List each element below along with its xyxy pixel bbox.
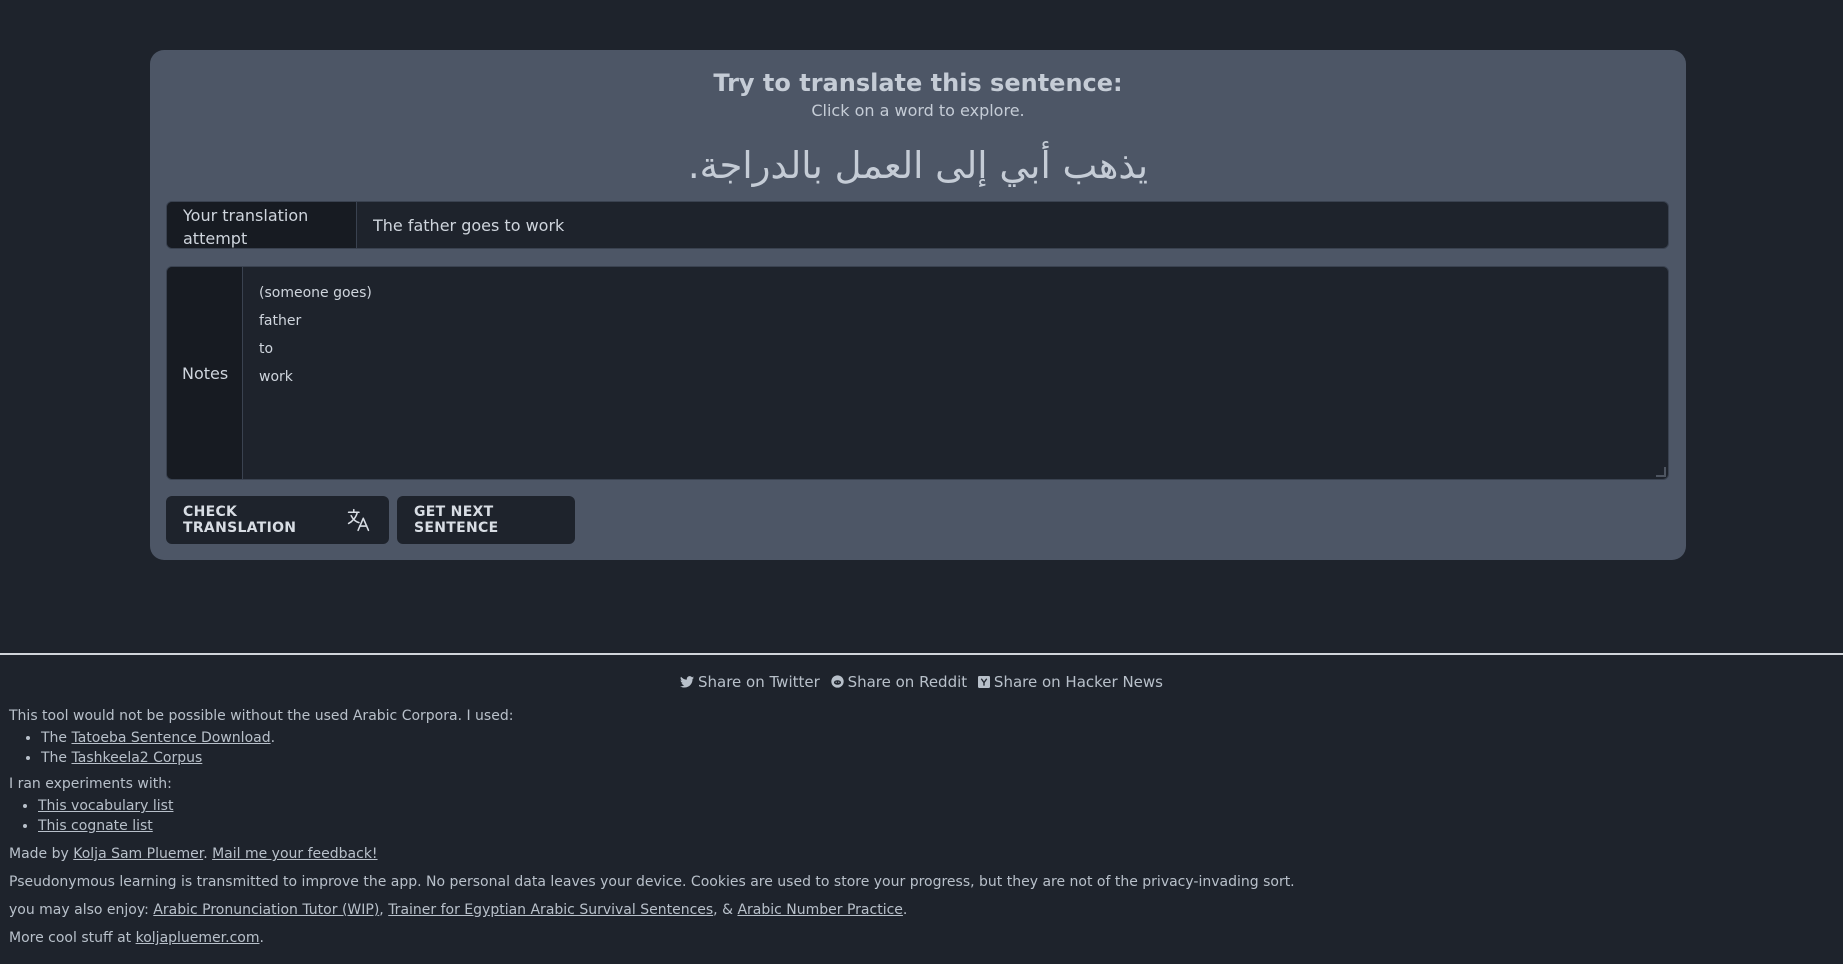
footer-divider: [0, 653, 1843, 655]
arabic-word[interactable]: إلى: [935, 144, 987, 187]
check-translation-button[interactable]: CHECK TRANSLATION: [166, 496, 389, 544]
share-reddit-link[interactable]: Share on Reddit: [830, 673, 972, 691]
twitter-icon: [680, 676, 694, 688]
share-bar: Share on Twitter Share on Reddit Share o…: [0, 673, 1843, 691]
made-by-line: Made by Kolja Sam Pluemer. Mail me your …: [9, 846, 378, 862]
number-practice-link[interactable]: Arabic Number Practice: [737, 902, 902, 918]
notes-textarea[interactable]: (someone goes) father to work: [243, 267, 1668, 479]
hacker-news-icon: [977, 676, 990, 688]
tashkeela-link[interactable]: Tashkeela2 Corpus: [72, 750, 203, 766]
arabic-word[interactable]: أبي: [999, 144, 1050, 187]
list-item: The Tashkeela2 Corpus: [41, 748, 275, 768]
arabic-word[interactable]: يذهب: [1063, 144, 1149, 187]
translation-input[interactable]: [357, 202, 1668, 248]
arabic-sentence: يذهب أبي إلى العمل بالدراجة.: [150, 144, 1686, 187]
translation-label: Your translation attempt: [167, 202, 357, 248]
reddit-icon: [830, 675, 844, 688]
notes-label: Notes: [167, 267, 243, 479]
notes-line: (someone goes): [259, 285, 372, 301]
check-translation-label: CHECK TRANSLATION: [183, 504, 297, 536]
arabic-word[interactable]: بالدراجة.: [688, 144, 823, 187]
vocabulary-list-link[interactable]: This vocabulary list: [38, 798, 173, 814]
list-item: The Tatoeba Sentence Download.: [41, 728, 275, 748]
notes-line: work: [259, 369, 293, 385]
website-link[interactable]: koljapluemer.com: [136, 930, 260, 946]
experiments-intro: I ran experiments with:: [9, 776, 172, 792]
share-twitter-label: Share on Twitter: [698, 673, 820, 691]
notes-input-group: Notes (someone goes) father to work: [166, 266, 1669, 480]
pronunciation-tutor-link[interactable]: Arabic Pronunciation Tutor (WIP): [153, 902, 379, 918]
resize-handle[interactable]: [1656, 467, 1666, 477]
more-line: More cool stuff at koljapluemer.com.: [9, 930, 264, 946]
notes-line: father: [259, 313, 302, 329]
corpora-list: The Tatoeba Sentence Download. The Tashk…: [9, 728, 275, 768]
translation-input-group: Your translation attempt: [166, 201, 1669, 249]
tatoeba-link[interactable]: Tatoeba Sentence Download: [72, 730, 271, 746]
share-hacker-news-link[interactable]: Share on Hacker News: [977, 673, 1163, 691]
enjoy-line: you may also enjoy: Arabic Pronunciation…: [9, 902, 908, 918]
list-item: This cognate list: [38, 816, 173, 836]
experiments-list: This vocabulary list This cognate list: [9, 796, 173, 836]
share-twitter-link[interactable]: Share on Twitter: [680, 673, 825, 691]
exercise-card: Try to translate this sentence: Click on…: [150, 50, 1686, 560]
cognate-list-link[interactable]: This cognate list: [38, 818, 153, 834]
corpora-intro: This tool would not be possible without …: [9, 708, 514, 724]
next-sentence-label: GET NEXT SENTENCE: [414, 504, 499, 536]
exercise-title: Try to translate this sentence:: [713, 69, 1123, 97]
privacy-note: Pseudonymous learning is transmitted to …: [9, 874, 1295, 890]
exercise-subtitle: Click on a word to explore.: [811, 101, 1025, 120]
share-hn-label: Share on Hacker News: [993, 673, 1163, 691]
list-item: This vocabulary list: [38, 796, 173, 816]
egyptian-trainer-link[interactable]: Trainer for Egyptian Arabic Survival Sen…: [388, 902, 713, 918]
feedback-link[interactable]: Mail me your feedback!: [212, 846, 377, 862]
share-reddit-label: Share on Reddit: [847, 673, 968, 691]
arabic-word[interactable]: العمل: [835, 144, 924, 187]
notes-line: to: [259, 341, 274, 357]
translate-icon: [347, 508, 370, 532]
next-sentence-button[interactable]: GET NEXT SENTENCE: [397, 496, 575, 544]
author-link[interactable]: Kolja Sam Pluemer: [73, 846, 203, 862]
